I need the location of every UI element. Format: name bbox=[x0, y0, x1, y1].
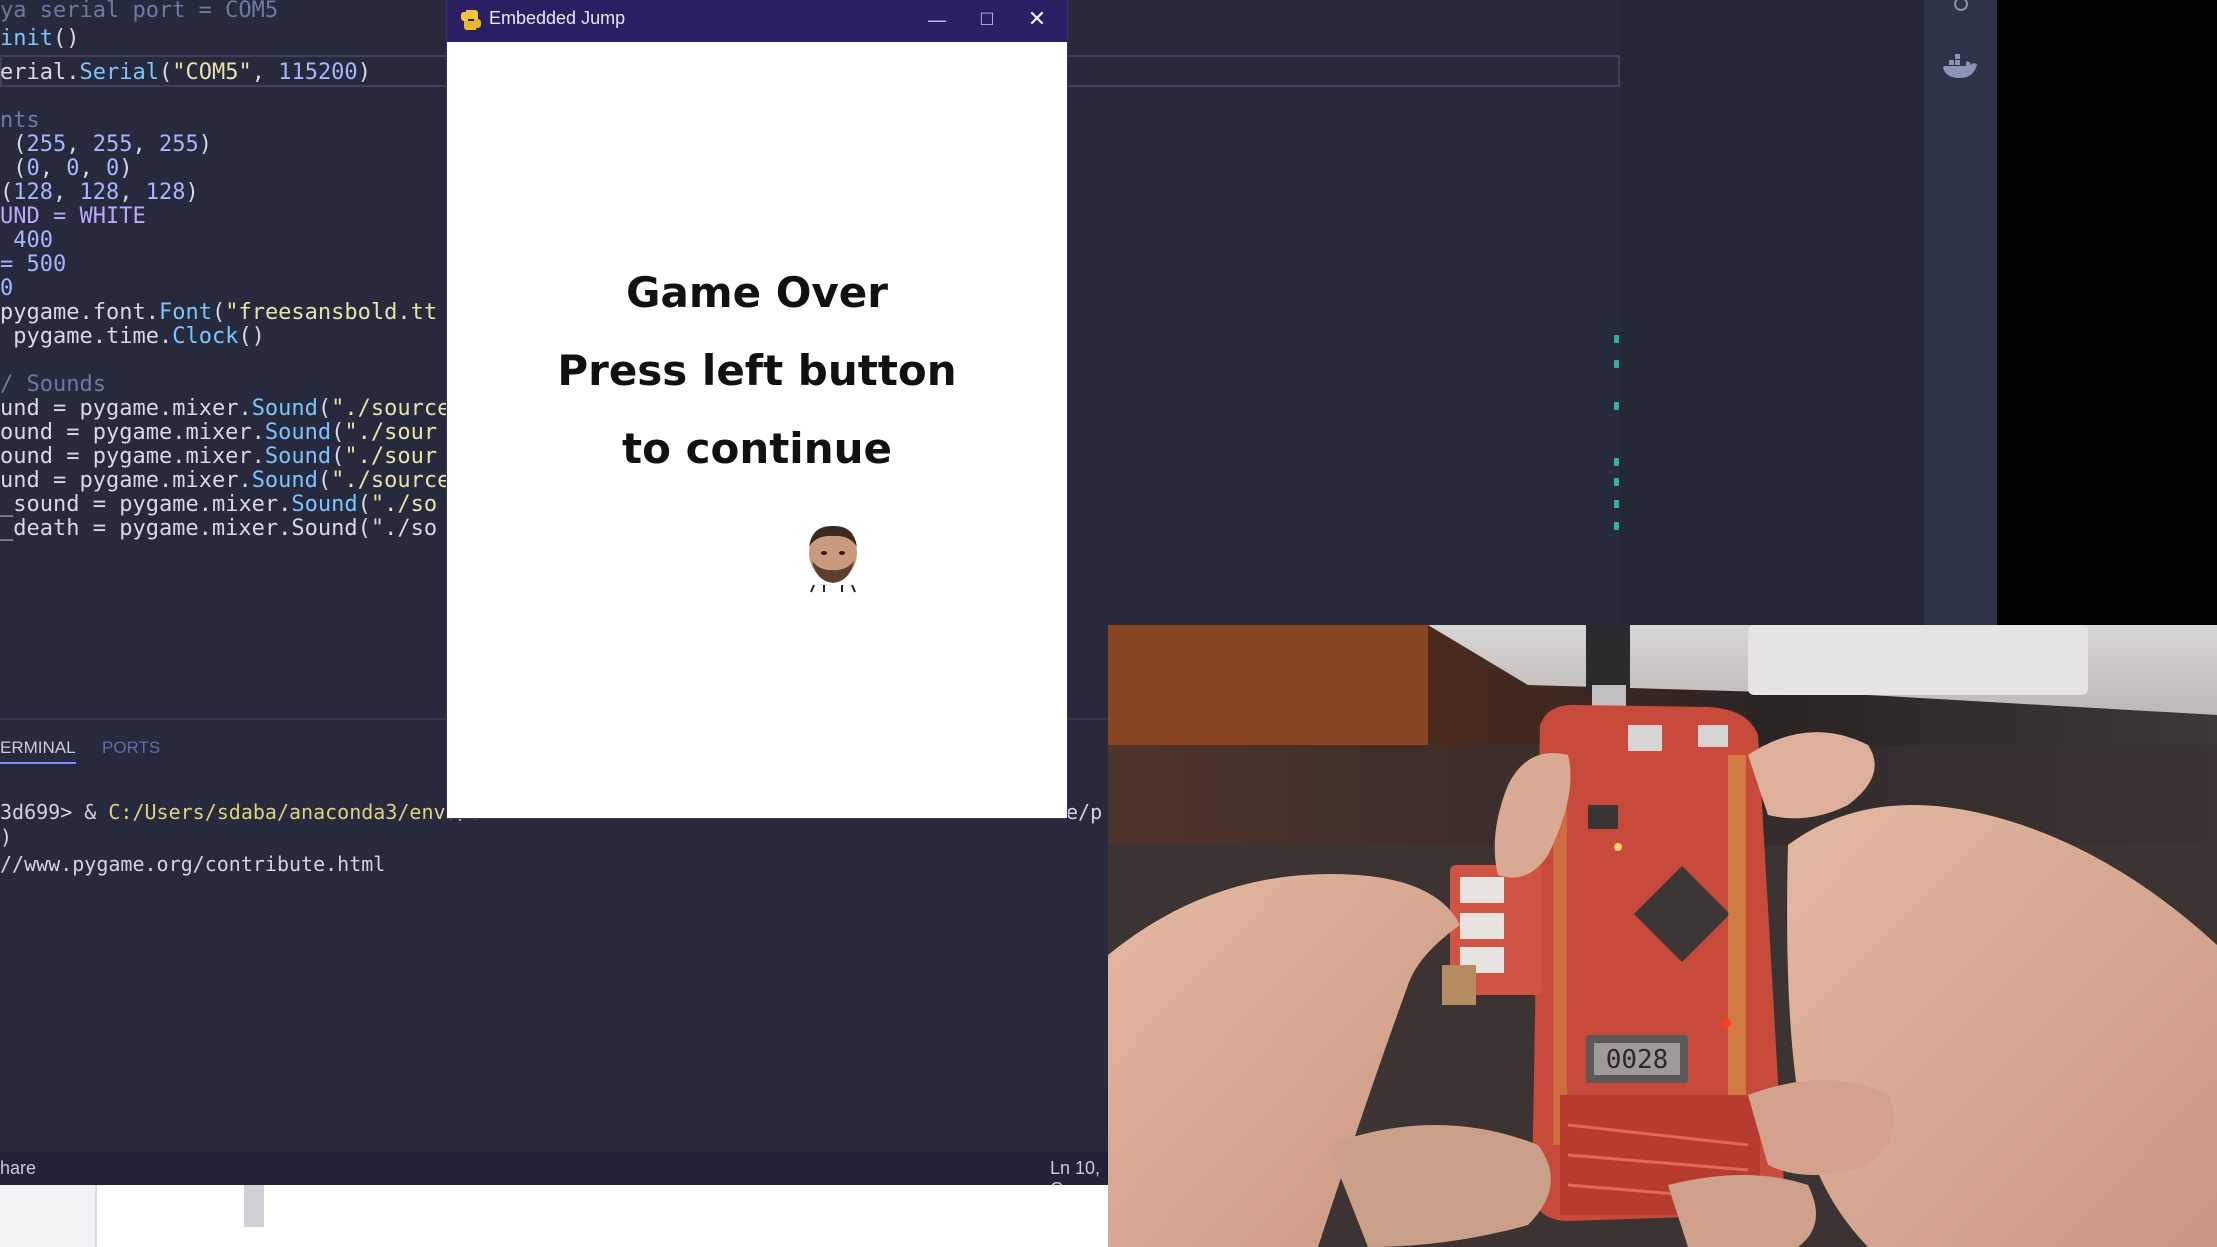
webcam-feed: 0028 bbox=[1108, 625, 2217, 1247]
game-over-text: Game Over bbox=[626, 268, 888, 317]
scroll-marker bbox=[1614, 335, 1619, 343]
tab-ports[interactable]: PORTS bbox=[102, 738, 160, 758]
press-button-text: Press left button bbox=[557, 346, 957, 395]
game-titlebar[interactable]: Embedded Jump — ☐ ✕ bbox=[447, 0, 1067, 42]
taskbar-divider bbox=[95, 1185, 97, 1247]
maximize-button[interactable]: ☐ bbox=[962, 0, 1012, 42]
code-token: init bbox=[0, 26, 53, 51]
webcam-image: 0028 bbox=[1108, 625, 2217, 1247]
status-bar: hare Ln 10, C bbox=[0, 1152, 1108, 1199]
terminal-line: //www.pygame.org/contribute.html bbox=[0, 852, 386, 876]
scroll-marker bbox=[1614, 458, 1619, 466]
player-face-icon bbox=[809, 525, 857, 593]
scroll-marker bbox=[1614, 360, 1619, 368]
scroll-marker bbox=[1614, 478, 1619, 486]
close-button[interactable]: ✕ bbox=[1012, 0, 1062, 42]
scroll-marker bbox=[1614, 500, 1619, 508]
screen: ya serial port = COM5 init() erial.Serial(… bbox=[0, 0, 2217, 1247]
editor-minimap-area[interactable] bbox=[1614, 0, 1924, 625]
python-icon bbox=[461, 10, 481, 30]
code-token: _death = pygame.mixer.Sound("./so bbox=[0, 516, 438, 541]
terminal-path: C:/Users/sdaba/anaconda3/envs/3 bbox=[108, 800, 482, 824]
status-share[interactable]: hare bbox=[0, 1158, 36, 1179]
settings-icon[interactable] bbox=[1948, 0, 1974, 16]
code-token: () bbox=[52, 26, 80, 51]
window-title: Embedded Jump bbox=[489, 8, 626, 28]
taskbar-item[interactable] bbox=[0, 1185, 95, 1247]
scroll-marker bbox=[1614, 402, 1619, 410]
docker-icon[interactable] bbox=[1940, 52, 1980, 84]
terminal-line[interactable]: 3d699> & C:/Users/sdaba/anaconda3/envs/3 bbox=[0, 800, 482, 824]
minimize-button[interactable]: — bbox=[912, 0, 962, 42]
taskbar-indicator bbox=[244, 1185, 264, 1227]
activity-bar bbox=[1924, 0, 1997, 625]
desktop-background bbox=[1997, 0, 2217, 625]
terminal-path-tail: e/p bbox=[1066, 800, 1103, 824]
continue-text: to continue bbox=[622, 424, 892, 473]
code-token: ya serial port = COM5 bbox=[0, 0, 279, 23]
tab-terminal[interactable]: ERMINAL bbox=[0, 738, 76, 764]
taskbar bbox=[0, 1185, 1108, 1247]
scroll-marker bbox=[1614, 522, 1619, 530]
terminal-line: ) bbox=[0, 825, 13, 849]
code-line[interactable]: _death = pygame.mixer.Sound("./so bbox=[0, 512, 447, 546]
game-window[interactable]: Embedded Jump — ☐ ✕ Game Over Press left… bbox=[447, 0, 1067, 818]
lcd-display: 0028 bbox=[1606, 1045, 1669, 1075]
terminal-prompt: 3d699> & bbox=[0, 800, 109, 824]
